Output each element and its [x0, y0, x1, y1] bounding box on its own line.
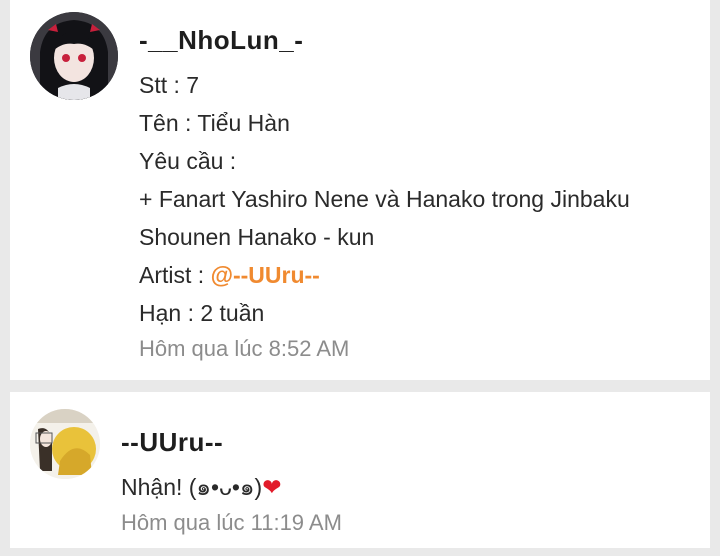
avatar[interactable] [30, 12, 118, 100]
comment-body: -__NhoLun_- Stt : 7 Tên : Tiểu Hàn Yêu c… [139, 20, 630, 366]
username[interactable]: -__NhoLun_- [139, 20, 630, 60]
avatar[interactable] [30, 409, 100, 479]
message-line: Nhận! (๑•ᴗ•๑)❤ [121, 468, 342, 506]
comment-card: --UUru-- Nhận! (๑•ᴗ•๑)❤ Hôm qua lúc 11:1… [10, 392, 710, 548]
avatar-image [30, 409, 100, 479]
artist-line: Artist : @--UUru-- [139, 256, 630, 294]
message-text: Nhận! (๑•ᴗ•๑) [121, 474, 263, 500]
stt-line: Stt : 7 [139, 72, 200, 98]
comment-body: --UUru-- Nhận! (๑•ᴗ•๑)❤ Hôm qua lúc 11:1… [121, 422, 342, 540]
deadline-line: Hạn : 2 tuần [139, 300, 265, 326]
heart-icon: ❤ [262, 474, 282, 500]
artist-label: Artist : [139, 262, 211, 288]
comment-card: -__NhoLun_- Stt : 7 Tên : Tiểu Hàn Yêu c… [10, 0, 710, 380]
request-line-1: + Fanart Yashiro Nene và Hanako trong Ji… [139, 186, 630, 212]
request-line-2: Shounen Hanako - kun [139, 224, 375, 250]
artist-mention-link[interactable]: @--UUru-- [211, 262, 320, 288]
avatar-image [30, 12, 118, 100]
timestamp: Hôm qua lúc 11:19 AM [121, 510, 342, 535]
name-line: Tên : Tiểu Hàn [139, 110, 290, 136]
username[interactable]: --UUru-- [121, 422, 342, 462]
timestamp: Hôm qua lúc 8:52 AM [139, 336, 350, 361]
request-heading: Yêu cầu : [139, 148, 237, 174]
